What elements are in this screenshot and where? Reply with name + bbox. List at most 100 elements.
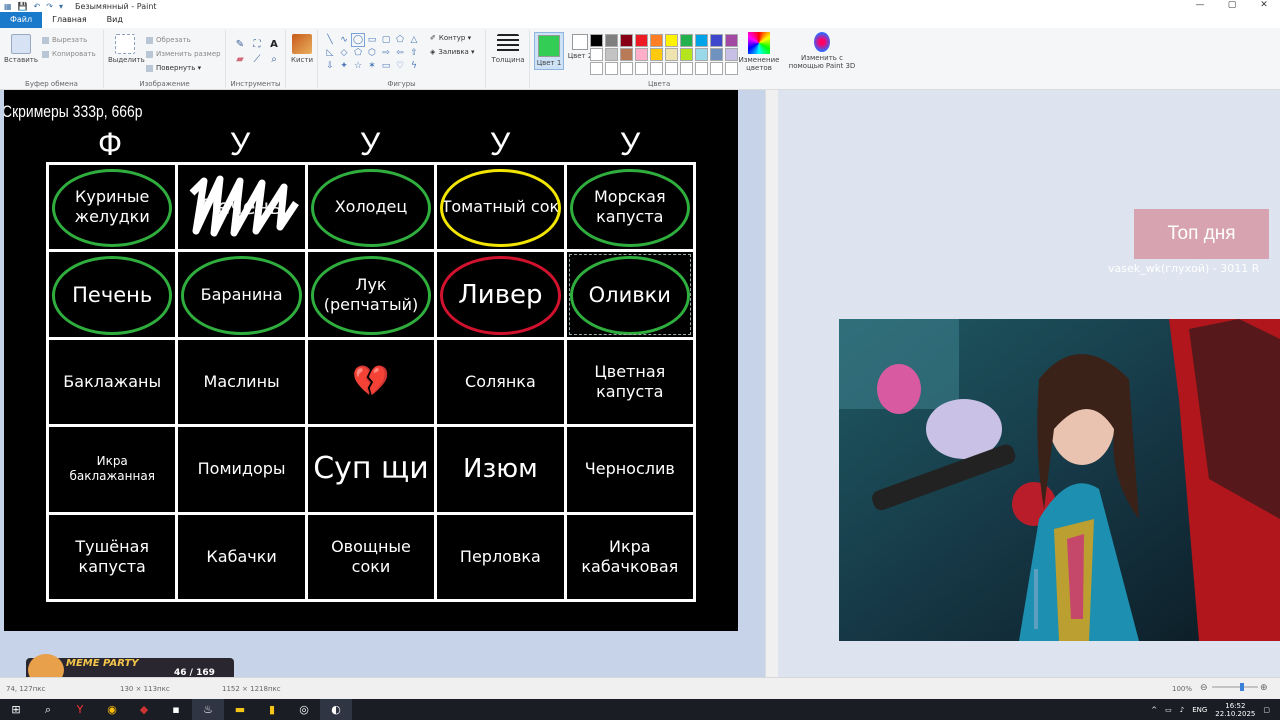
obs-icon[interactable]: ◎ bbox=[288, 699, 320, 720]
steam-icon[interactable]: ♨ bbox=[192, 699, 224, 720]
close-button[interactable]: ✕ bbox=[1248, 0, 1280, 10]
line-shape-icon[interactable]: ╲ bbox=[324, 34, 336, 46]
palette-swatch[interactable] bbox=[665, 48, 678, 61]
palette-swatch[interactable] bbox=[650, 34, 663, 47]
eraser-icon[interactable]: ▰ bbox=[234, 53, 246, 65]
palette-swatch[interactable] bbox=[665, 34, 678, 47]
save-icon[interactable]: 💾 bbox=[18, 2, 28, 11]
volume-icon[interactable]: ♪ bbox=[1180, 706, 1184, 714]
palette-swatch[interactable] bbox=[590, 34, 603, 47]
right-triangle-shape-icon[interactable]: ◺ bbox=[324, 47, 336, 59]
star4-shape-icon[interactable]: ✦ bbox=[338, 60, 350, 72]
rotate-button[interactable]: Повернуть ▾ bbox=[146, 64, 201, 72]
yandex-browser-icon[interactable]: Y bbox=[64, 699, 96, 720]
dota-icon[interactable]: ◆ bbox=[128, 699, 160, 720]
palette-swatch[interactable] bbox=[590, 48, 603, 61]
zoom-slider[interactable]: ⊖ ⊕ bbox=[1200, 682, 1270, 693]
resize-button[interactable]: Изменить размер bbox=[146, 50, 221, 58]
minimize-button[interactable]: — bbox=[1184, 0, 1216, 10]
palette-swatch[interactable] bbox=[620, 48, 633, 61]
star5-shape-icon[interactable]: ☆ bbox=[352, 60, 364, 72]
palette-swatch[interactable] bbox=[620, 34, 633, 47]
customize-quick-access-icon[interactable]: ▾ bbox=[59, 2, 63, 11]
app-icon[interactable]: ▮ bbox=[256, 699, 288, 720]
palette-swatch[interactable] bbox=[635, 62, 648, 75]
heart-shape-icon[interactable]: ♡ bbox=[394, 60, 406, 72]
search-icon[interactable]: ⌕ bbox=[32, 699, 64, 720]
palette-swatch[interactable] bbox=[695, 48, 708, 61]
tab-view[interactable]: Вид bbox=[97, 12, 133, 28]
arrow-right-shape-icon[interactable]: ⇨ bbox=[380, 47, 392, 59]
edit-colors-button[interactable]: Изменение цветов bbox=[736, 32, 782, 72]
clock[interactable]: 16:52 22.10.2025 bbox=[1215, 702, 1255, 718]
tray-chevron-icon[interactable]: ^ bbox=[1151, 706, 1157, 714]
notifications-icon[interactable]: ▢ bbox=[1263, 706, 1270, 714]
text-icon[interactable]: A bbox=[268, 38, 280, 50]
outline-dropdown[interactable]: ✐ Контур ▾ bbox=[430, 34, 471, 42]
magnifier-icon[interactable]: ⌕ bbox=[268, 53, 280, 65]
file-explorer-icon[interactable]: ▬ bbox=[224, 699, 256, 720]
palette-swatch[interactable] bbox=[710, 62, 723, 75]
star6-shape-icon[interactable]: ✶ bbox=[366, 60, 378, 72]
fill-dropdown[interactable]: ◈ Заливка ▾ bbox=[430, 48, 475, 56]
maximize-button[interactable]: ▢ bbox=[1216, 0, 1248, 10]
palette-swatch[interactable] bbox=[710, 48, 723, 61]
palette-swatch[interactable] bbox=[680, 62, 693, 75]
color-picker-icon[interactable]: ⟋ bbox=[251, 53, 263, 65]
palette-swatch[interactable] bbox=[605, 62, 618, 75]
select-button[interactable]: Выделить bbox=[108, 34, 145, 64]
crop-button[interactable]: Обрезать bbox=[146, 36, 191, 44]
start-button[interactable]: ⊞ bbox=[0, 699, 32, 720]
tab-home[interactable]: Главная bbox=[42, 12, 97, 28]
paint-taskbar-icon[interactable]: ◐ bbox=[320, 699, 352, 720]
cut-button[interactable]: Вырезать bbox=[42, 36, 87, 44]
paint3d-button[interactable]: Изменить с помощью Paint 3D bbox=[786, 32, 858, 70]
top-day-donor: vasek_wk(глухой) - 3011 R bbox=[1108, 262, 1260, 275]
color1-button[interactable]: Цвет 1 bbox=[534, 32, 564, 70]
brushes-button[interactable]: Кисти bbox=[288, 34, 316, 64]
palette-swatch[interactable] bbox=[620, 62, 633, 75]
palette-swatch[interactable] bbox=[665, 62, 678, 75]
pencil-icon[interactable]: ✎ bbox=[234, 38, 246, 50]
triangle-shape-icon[interactable]: △ bbox=[408, 34, 420, 46]
size-button[interactable]: Толщина bbox=[490, 34, 526, 64]
paste-button[interactable]: Вставить bbox=[4, 34, 38, 64]
palette-swatch[interactable] bbox=[710, 34, 723, 47]
palette-swatch[interactable] bbox=[650, 62, 663, 75]
arrow-left-shape-icon[interactable]: ⇦ bbox=[394, 47, 406, 59]
canvas-area[interactable]: Скримеры 333р, 666р Ф У У У У Куриные же… bbox=[0, 90, 768, 677]
lightning-shape-icon[interactable]: ϟ bbox=[408, 60, 420, 72]
palette-swatch[interactable] bbox=[695, 34, 708, 47]
palette-swatch[interactable] bbox=[635, 48, 648, 61]
curve-shape-icon[interactable]: ∿ bbox=[338, 34, 350, 46]
palette-swatch[interactable] bbox=[590, 62, 603, 75]
fill-bucket-icon[interactable]: ⛶ bbox=[251, 38, 263, 50]
hexagon-shape-icon[interactable]: ⬡ bbox=[366, 47, 378, 59]
network-icon[interactable]: ▭ bbox=[1165, 706, 1172, 714]
palette-swatch[interactable] bbox=[605, 48, 618, 61]
terminal-icon[interactable]: ▪ bbox=[160, 699, 192, 720]
undo-icon[interactable]: ↶ bbox=[34, 2, 41, 11]
bingo-image[interactable]: Скримеры 333р, 666р Ф У У У У Куриные же… bbox=[4, 90, 738, 631]
diamond-shape-icon[interactable]: ◇ bbox=[338, 47, 350, 59]
arrow-up-shape-icon[interactable]: ⇧ bbox=[408, 47, 420, 59]
chrome-icon[interactable]: ◉ bbox=[96, 699, 128, 720]
palette-swatch[interactable] bbox=[635, 34, 648, 47]
redo-icon[interactable]: ↷ bbox=[46, 2, 53, 11]
palette-swatch[interactable] bbox=[695, 62, 708, 75]
vertical-scrollbar[interactable] bbox=[765, 90, 778, 677]
language-indicator[interactable]: ENG bbox=[1192, 706, 1207, 714]
rounded-rect-shape-icon[interactable]: ▢ bbox=[380, 34, 392, 46]
rectangle-shape-icon[interactable]: ▭ bbox=[366, 34, 378, 46]
palette-swatch[interactable] bbox=[680, 34, 693, 47]
palette-swatch[interactable] bbox=[605, 34, 618, 47]
pentagon-shape-icon[interactable]: ⬠ bbox=[352, 47, 364, 59]
copy-button[interactable]: Копировать bbox=[42, 50, 96, 58]
oval-shape-icon[interactable]: ◯ bbox=[351, 33, 365, 47]
palette-swatch[interactable] bbox=[680, 48, 693, 61]
palette-swatch[interactable] bbox=[650, 48, 663, 61]
arrow-down-shape-icon[interactable]: ⇩ bbox=[324, 60, 336, 72]
callout-shape-icon[interactable]: ▭ bbox=[380, 60, 392, 72]
polygon-shape-icon[interactable]: ⬠ bbox=[394, 34, 406, 46]
tab-file[interactable]: Файл bbox=[0, 12, 43, 28]
